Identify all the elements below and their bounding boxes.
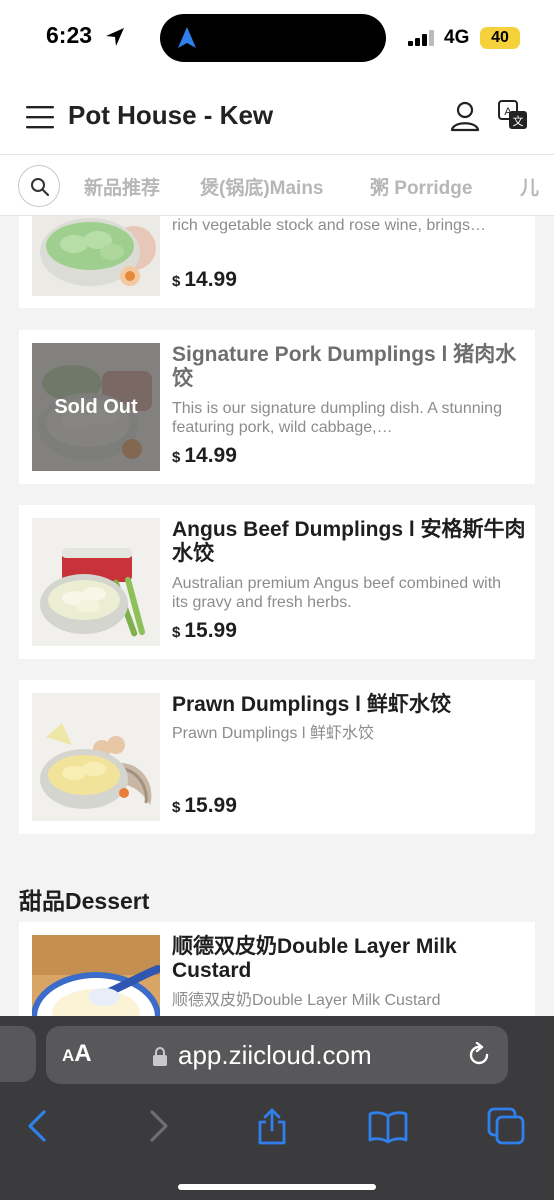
bookmarks-icon[interactable] xyxy=(368,1106,408,1146)
page-title: Pot House - Kew xyxy=(68,100,274,130)
dish-price: $14.99 xyxy=(172,268,237,292)
tab-new-items[interactable]: 新品推荐 xyxy=(84,173,160,200)
dish-name: Signature Pork Dumplings l 猪肉水饺 xyxy=(172,343,517,390)
dish-price: $15.99 xyxy=(172,794,237,818)
currency-symbol: $ xyxy=(172,799,181,816)
menu-item-card[interactable]: rich vegetable stock and rose wine, brin… xyxy=(19,216,535,308)
price-value: 15.99 xyxy=(184,794,237,817)
dish-name: 顺德双皮奶Double Layer Milk Custard xyxy=(172,935,457,982)
dish-image: Sold Out xyxy=(32,343,160,471)
tab-kids[interactable]: 儿 xyxy=(520,173,539,200)
home-indicator xyxy=(178,1184,376,1190)
signal-icon xyxy=(408,30,434,46)
previous-tab-preview[interactable] xyxy=(0,1026,36,1082)
app-header: Pot House - Kew A 文 xyxy=(0,78,554,154)
menu-item-card[interactable]: Prawn Dumplings l 鲜虾水饺 Prawn Dumplings l… xyxy=(19,680,535,834)
search-icon xyxy=(31,178,50,197)
dish-price: $15.99 xyxy=(172,619,237,643)
menu-content: rich vegetable stock and rose wine, brin… xyxy=(0,216,554,1016)
currency-symbol: $ xyxy=(172,449,181,466)
forward-icon[interactable] xyxy=(138,1106,178,1146)
address-bar[interactable]: AA app.ziicloud.com xyxy=(46,1026,508,1084)
dish-image xyxy=(32,518,160,646)
dish-description: rich vegetable stock and rose wine, brin… xyxy=(172,217,486,234)
location-arrow-icon xyxy=(106,28,124,46)
lock-icon xyxy=(153,1047,167,1066)
category-nav: 新品推荐 煲(锅底)Mains 粥 Porridge 儿 xyxy=(0,154,554,216)
dish-description: Prawn Dumplings l 鲜虾水饺 xyxy=(172,725,374,742)
url-text: app.ziicloud.com xyxy=(178,1040,372,1070)
hamburger-menu-icon[interactable] xyxy=(26,105,54,129)
network-label: 4G xyxy=(444,27,470,48)
user-account-icon[interactable] xyxy=(450,100,480,132)
dish-description: Australian premium Angus beef combined w… xyxy=(172,575,502,611)
dish-image xyxy=(32,216,160,296)
menu-item-card[interactable]: Sold Out Signature Pork Dumplings l 猪肉水饺… xyxy=(19,330,535,484)
translate-icon[interactable]: A 文 xyxy=(498,100,528,130)
dish-description: This is our signature dumpling dish. A s… xyxy=(172,400,502,436)
navigation-arrow-icon xyxy=(178,27,196,48)
menu-item-card[interactable]: 顺德双皮奶Double Layer Milk Custard 顺德双皮奶Doub… xyxy=(19,922,535,1016)
status-time: 6:23 xyxy=(46,22,93,48)
price-value: 14.99 xyxy=(184,268,237,291)
dynamic-island xyxy=(160,14,386,62)
currency-symbol: $ xyxy=(172,273,181,290)
back-icon[interactable] xyxy=(20,1106,60,1146)
reload-icon[interactable] xyxy=(466,1042,492,1068)
dish-name: Prawn Dumplings l 鲜虾水饺 xyxy=(172,693,451,716)
dish-price: $14.99 xyxy=(172,444,237,468)
tab-porridge[interactable]: 粥 Porridge xyxy=(370,173,472,200)
dish-description: 顺德双皮奶Double Layer Milk Custard xyxy=(172,992,441,1009)
reader-options-button[interactable]: AA xyxy=(62,1040,92,1068)
search-button[interactable] xyxy=(18,165,60,207)
price-value: 14.99 xyxy=(184,444,237,467)
browser-toolbar: AA app.ziicloud.com xyxy=(0,1016,554,1200)
battery-indicator: 40 xyxy=(480,27,520,49)
tab-mains[interactable]: 煲(锅底)Mains xyxy=(200,173,324,200)
section-title: 甜品Dessert xyxy=(19,888,150,914)
tabs-icon[interactable] xyxy=(486,1106,526,1146)
svg-text:文: 文 xyxy=(513,114,524,128)
currency-symbol: $ xyxy=(172,624,181,641)
menu-item-card[interactable]: Angus Beef Dumplings l 安格斯牛肉水饺 Australia… xyxy=(19,505,535,659)
status-bar: 6:23 4G 40 xyxy=(0,0,554,78)
dish-image xyxy=(32,693,160,821)
share-icon[interactable] xyxy=(252,1106,292,1146)
sold-out-overlay: Sold Out xyxy=(32,343,160,471)
price-value: 15.99 xyxy=(184,619,237,642)
dish-name: Angus Beef Dumplings l 安格斯牛肉水饺 xyxy=(172,518,526,565)
dish-image xyxy=(32,935,160,1016)
